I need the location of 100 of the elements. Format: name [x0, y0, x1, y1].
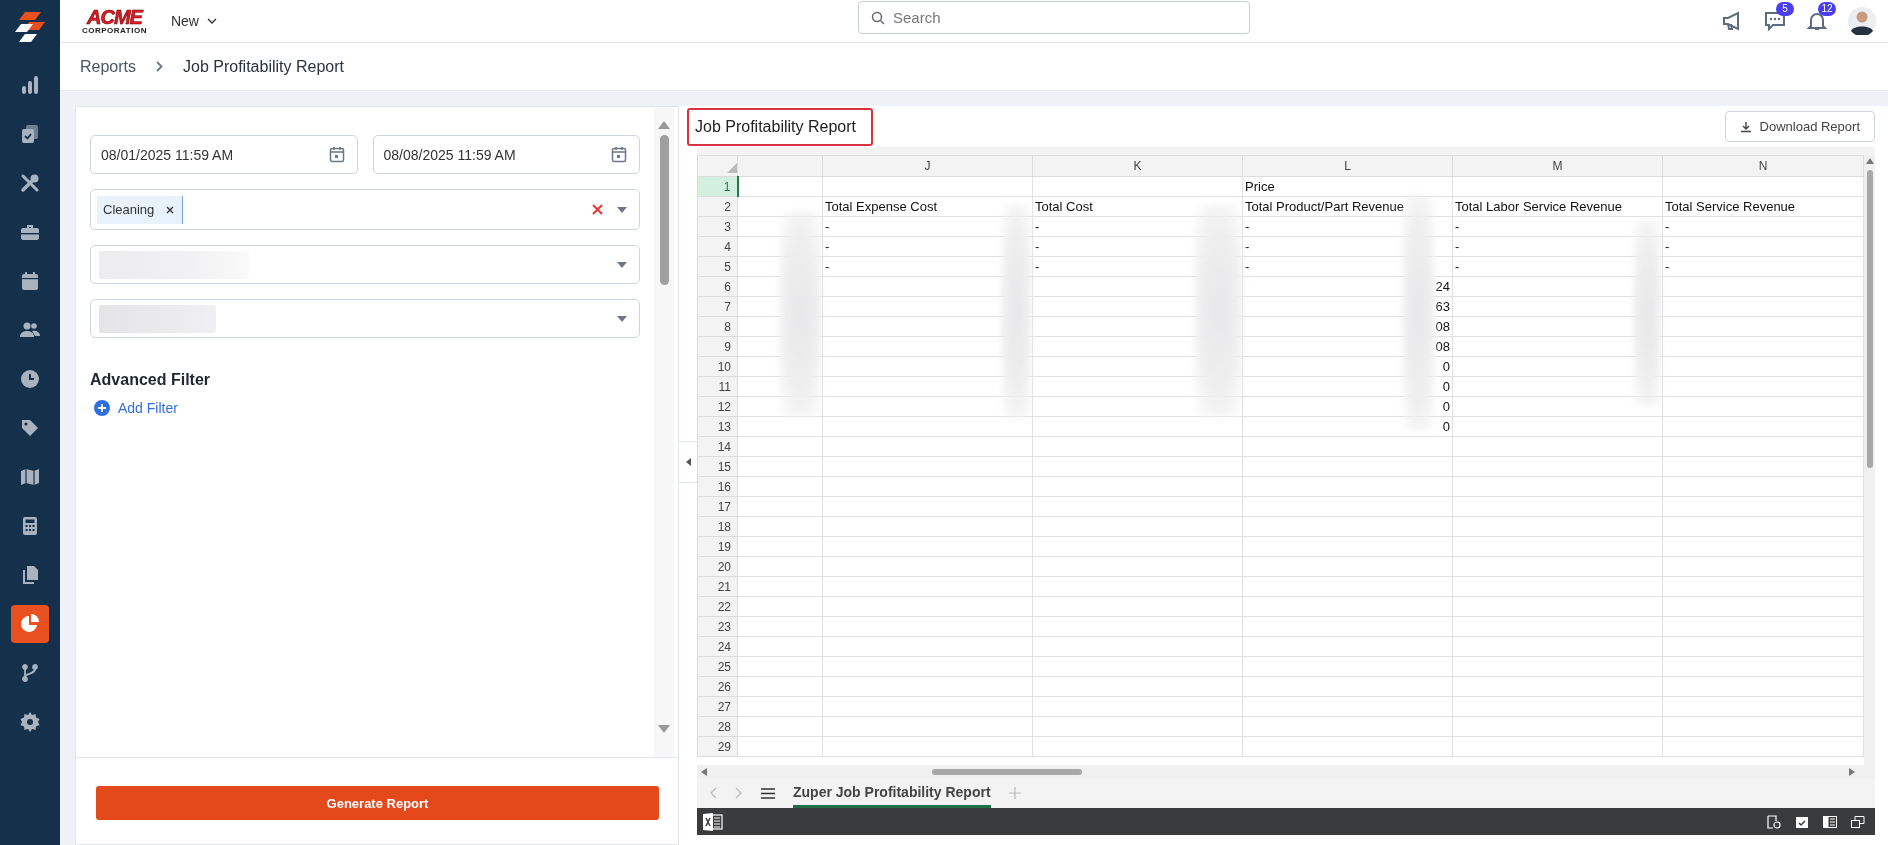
row-header[interactable]: 15: [697, 456, 738, 477]
section-heading: Advanced Filter: [90, 371, 212, 389]
count-badge: 12: [1818, 2, 1836, 16]
scroll-up-icon[interactable]: [658, 121, 670, 129]
row-header[interactable]: 6: [697, 276, 738, 297]
menu-icon[interactable]: [761, 787, 775, 799]
documents-icon: [20, 565, 40, 585]
download-icon: [1739, 120, 1752, 133]
table-cell: 08: [1242, 336, 1453, 357]
breadcrumb-item: Job Profitability Report: [183, 57, 344, 76]
column-header[interactable]: N: [1662, 155, 1864, 177]
row-header[interactable]: 12: [697, 396, 738, 417]
row-header[interactable]: 8: [697, 316, 738, 337]
table-cell: Total Labor Service Revenue: [1452, 196, 1663, 217]
caret-icon[interactable]: [617, 206, 627, 213]
caret-icon: [617, 261, 627, 268]
table-cell: -: [822, 216, 1033, 237]
scrollbar-thumb[interactable]: [932, 768, 1082, 775]
row-header[interactable]: 18: [697, 516, 738, 537]
row-header[interactable]: 25: [697, 656, 738, 677]
clock-icon: [20, 369, 40, 389]
table-cell: -: [1242, 236, 1453, 257]
column-header[interactable]: L: [1242, 155, 1453, 177]
table-cell: -: [1662, 236, 1864, 257]
download-report-button[interactable]: Download Report: [1724, 111, 1875, 142]
row-header[interactable]: 19: [697, 536, 738, 557]
briefcase-icon: [20, 222, 40, 242]
row-header[interactable]: 4: [697, 236, 738, 257]
breadcrumb-item[interactable]: Reports: [80, 57, 137, 76]
scroll-right-icon[interactable]: [1849, 767, 1855, 776]
tools-icon: [20, 173, 40, 193]
row-header[interactable]: 20: [697, 556, 738, 577]
search-icon: [871, 11, 885, 25]
table-cell: -: [1662, 256, 1864, 277]
add-filter-link[interactable]: Add Filter: [90, 400, 178, 416]
chip-label: Cleaning: [103, 202, 155, 217]
chevron-down-icon: [206, 18, 217, 24]
table-cell: -: [822, 256, 1033, 277]
calendar-icon: [328, 146, 345, 163]
chat-icon[interactable]: [1764, 11, 1786, 31]
table-cell: -: [1242, 256, 1453, 277]
row-header[interactable]: 24: [697, 636, 738, 657]
row-header[interactable]: 7: [697, 296, 738, 317]
start-date-field[interactable]: 08/01/2025 11:59 AM: [90, 135, 358, 174]
end-date-field[interactable]: 08/08/2025 11:59 AM: [372, 135, 640, 174]
calculator-icon: [20, 516, 40, 536]
table-cell: 0: [1242, 416, 1453, 437]
row-header[interactable]: 22: [697, 596, 738, 617]
row-header[interactable]: 13: [697, 416, 738, 437]
scrollbar-thumb[interactable]: [1866, 170, 1873, 468]
category-select[interactable]: Cleaning: [90, 189, 640, 230]
scroll-up-icon[interactable]: [1865, 158, 1874, 164]
row-header[interactable]: 16: [697, 476, 738, 497]
new-menu-button[interactable]: New: [168, 11, 219, 31]
row-header[interactable]: 2: [697, 196, 738, 217]
row-header[interactable]: 27: [697, 696, 738, 717]
scrollbar-thumb[interactable]: [659, 135, 669, 285]
refresh-document-icon[interactable]: [1767, 814, 1781, 829]
branch-icon: [20, 663, 40, 683]
scroll-left-icon[interactable]: [701, 767, 707, 776]
bar-chart-icon: [20, 75, 40, 95]
dropdown-field[interactable]: [90, 299, 640, 338]
remove-icon[interactable]: [166, 205, 175, 214]
column-header[interactable]: J: [822, 155, 1033, 177]
layout-icon[interactable]: [1823, 815, 1837, 828]
row-header[interactable]: 23: [697, 616, 738, 637]
caret-icon: [617, 315, 627, 322]
row-header[interactable]: 1: [697, 176, 738, 197]
row-header[interactable]: 10: [697, 356, 738, 377]
table-cell: -: [1452, 256, 1663, 277]
table-cell: Total Cost: [1032, 196, 1243, 217]
row-header[interactable]: 17: [697, 496, 738, 517]
row-header[interactable]: 28: [697, 716, 738, 737]
row-header[interactable]: 26: [697, 676, 738, 697]
calendar-icon: [611, 146, 627, 163]
generate-report-button[interactable]: Generate Report: [96, 786, 659, 820]
popout-icon[interactable]: [1851, 815, 1865, 828]
clipboard-check-icon[interactable]: [1795, 814, 1809, 829]
table-cell: Total Service Revenue: [1662, 196, 1864, 217]
row-header[interactable]: 5: [697, 256, 738, 277]
scroll-down-icon[interactable]: [658, 725, 670, 733]
table-cell: -: [1452, 216, 1663, 237]
collapse-button[interactable]: [679, 441, 699, 483]
row-header[interactable]: 21: [697, 576, 738, 597]
column-header[interactable]: K: [1032, 155, 1243, 177]
nav-item[interactable]: [11, 605, 49, 643]
bell-icon[interactable]: [1806, 11, 1828, 31]
clipboard-check-icon: [20, 124, 40, 144]
clear-icon[interactable]: [592, 204, 603, 215]
row-header[interactable]: 29: [697, 736, 738, 757]
row-header[interactable]: 14: [697, 436, 738, 457]
row-header[interactable]: 11: [697, 376, 738, 397]
dropdown-field[interactable]: [90, 245, 640, 284]
row-header[interactable]: 3: [697, 216, 738, 237]
row-header[interactable]: 9: [697, 336, 738, 357]
search-field[interactable]: Search: [858, 1, 1250, 34]
table-cell: Total Product/Part Revenue: [1242, 196, 1453, 217]
avatar[interactable]: [1848, 7, 1876, 35]
scrollbar[interactable]: [654, 107, 674, 757]
column-header[interactable]: M: [1452, 155, 1663, 177]
